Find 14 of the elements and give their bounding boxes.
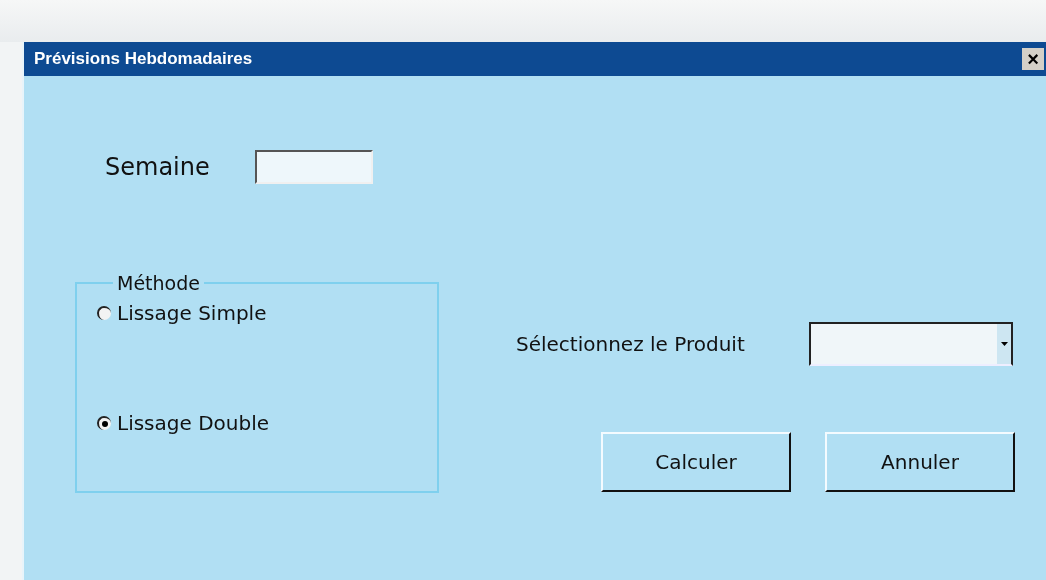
close-button[interactable]: ×	[1022, 48, 1044, 70]
week-label: Semaine	[105, 153, 211, 181]
week-field[interactable]	[255, 150, 373, 184]
product-dropdown[interactable]	[809, 322, 1013, 366]
window-title: Prévisions Hebdomadaires	[34, 49, 253, 69]
radio-button[interactable]	[97, 416, 111, 430]
dialog-button[interactable]: Calculer	[601, 432, 791, 492]
group-legend: Méthode	[113, 272, 204, 294]
dialog-button[interactable]: Annuler	[825, 432, 1015, 492]
product-label: Sélectionnez le Produit	[516, 332, 746, 356]
radio-label: Lissage Simple	[117, 301, 267, 325]
radio-button[interactable]	[97, 306, 111, 320]
dropdown-arrow-icon	[1000, 342, 1008, 346]
radio-label: Lissage Double	[117, 411, 270, 435]
